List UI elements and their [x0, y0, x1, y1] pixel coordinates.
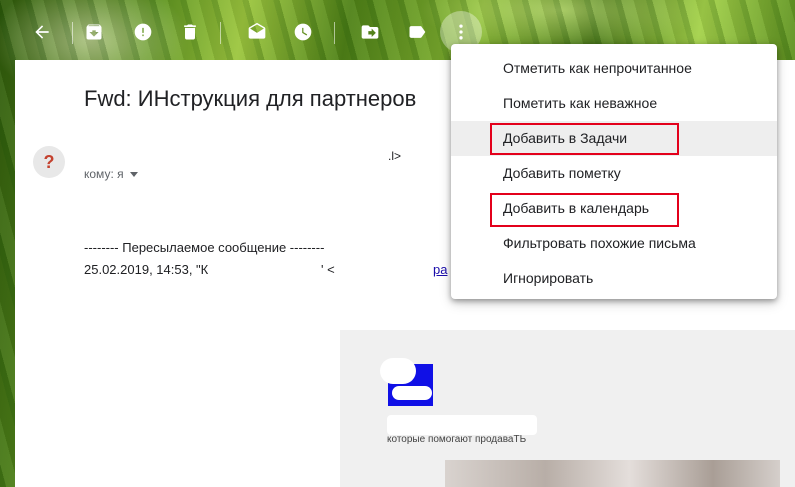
- forwarded-sender-fragment: ' <: [321, 262, 335, 277]
- recipients-toggle[interactable]: кому: я: [84, 167, 138, 181]
- mark-unread-icon: [248, 22, 266, 39]
- more-vert-icon: [459, 24, 463, 40]
- toolbar-divider: [220, 22, 221, 44]
- snooze-clock-icon: [294, 23, 312, 41]
- delete-button[interactable]: [170, 10, 210, 54]
- menu-item-mark-unread[interactable]: Отметить как непрочитанное: [451, 51, 777, 86]
- menu-item-add-star[interactable]: Добавить пометку: [451, 156, 777, 191]
- redaction-block: [392, 386, 432, 400]
- forwarded-date: 25.02.2019, 14:53, "К: [84, 262, 209, 277]
- archive-button[interactable]: [74, 10, 114, 54]
- sender-address: .l>: [388, 149, 402, 163]
- sender-avatar[interactable]: ?: [33, 146, 65, 178]
- toolbar-divider: [72, 22, 73, 44]
- move-to-button[interactable]: [350, 10, 390, 54]
- mark-unread-button[interactable]: [237, 10, 277, 54]
- menu-item-mute[interactable]: Игнорировать: [451, 261, 777, 296]
- redaction-block: [387, 415, 537, 435]
- forwarded-header: -------- Пересылаемое сообщение --------: [84, 240, 325, 255]
- toolbar-divider: [334, 22, 335, 44]
- report-spam-button[interactable]: [123, 10, 163, 54]
- move-to-icon: [361, 25, 379, 39]
- archive-icon: [86, 24, 102, 40]
- back-button[interactable]: [22, 10, 62, 54]
- email-body-embed: которые помогают продаваТЬ: [340, 330, 795, 487]
- snooze-button[interactable]: [283, 10, 323, 54]
- embed-photo-image: [445, 460, 780, 487]
- menu-item-add-to-calendar[interactable]: Добавить в календарь: [451, 191, 777, 226]
- more-options-menu: Отметить как непрочитанное Пометить как …: [451, 44, 777, 299]
- label-icon: [409, 26, 426, 38]
- email-subject: Fwd: ИНструкция для партнеров: [84, 86, 417, 111]
- delete-icon: [184, 24, 196, 40]
- redaction-block: [380, 358, 416, 384]
- avatar-question-icon: ?: [43, 151, 55, 172]
- back-arrow-icon: [35, 25, 49, 39]
- menu-item-add-to-tasks[interactable]: Добавить в Задачи: [451, 121, 777, 156]
- forwarded-sender-link[interactable]: ра: [433, 262, 447, 277]
- report-spam-icon: [134, 23, 152, 41]
- to-label: кому: я: [84, 167, 124, 181]
- embed-tagline: которые помогают продаваТЬ: [387, 434, 527, 445]
- label-button[interactable]: [397, 10, 437, 54]
- menu-item-filter-similar[interactable]: Фильтровать похожие письма: [451, 226, 777, 261]
- message-toolbar: [20, 10, 490, 54]
- caret-down-icon: [129, 171, 138, 177]
- menu-item-mark-not-important[interactable]: Пометить как неважное: [451, 86, 777, 121]
